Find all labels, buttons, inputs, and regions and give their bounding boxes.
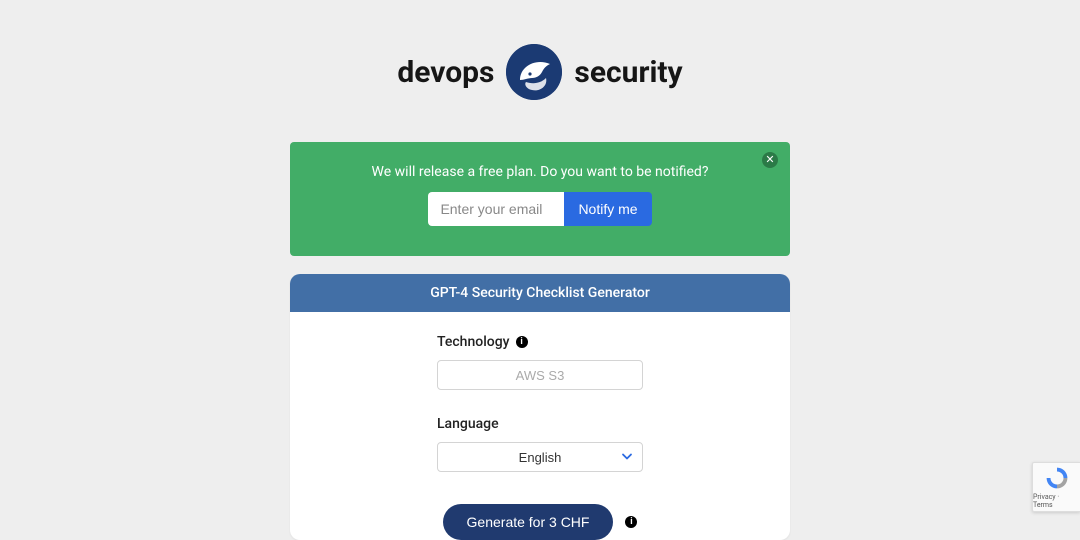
brand-word-right: security	[574, 55, 682, 90]
notify-panel: ✕ We will release a free plan. Do you wa…	[290, 142, 790, 256]
recaptcha-footer: Privacy · Terms	[1033, 493, 1080, 509]
recaptcha-icon	[1044, 465, 1070, 491]
generator-card: GPT-4 Security Checklist Generator Techn…	[290, 274, 790, 540]
generate-button[interactable]: Generate for 3 CHF	[443, 504, 614, 540]
info-icon[interactable]: i	[516, 336, 528, 348]
email-field[interactable]	[428, 192, 564, 226]
technology-label: Technology	[437, 334, 510, 350]
close-icon[interactable]: ✕	[762, 152, 778, 168]
brand-header: devops security	[290, 44, 790, 100]
technology-input[interactable]	[437, 360, 643, 390]
card-title: GPT-4 Security Checklist Generator	[290, 274, 790, 312]
language-select[interactable]: English	[437, 442, 643, 472]
recaptcha-badge[interactable]: Privacy · Terms	[1032, 462, 1080, 512]
notify-button[interactable]: Notify me	[564, 192, 651, 226]
notify-text: We will release a free plan. Do you want…	[320, 164, 760, 180]
brand-word-left: devops	[397, 55, 494, 90]
brand-logo-icon	[506, 44, 562, 100]
info-icon[interactable]: i	[625, 516, 637, 528]
language-label: Language	[437, 416, 499, 432]
